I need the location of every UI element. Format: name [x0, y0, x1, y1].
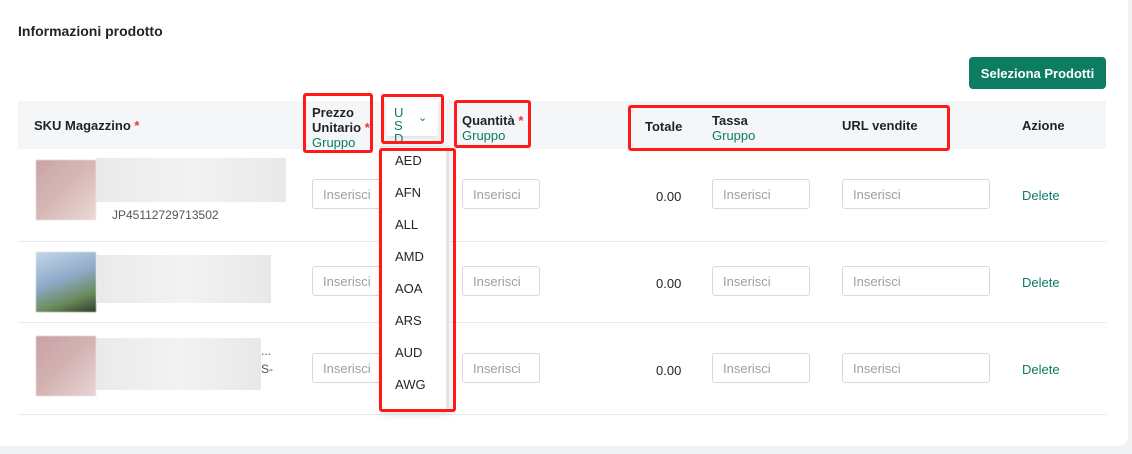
quantity-input[interactable]	[462, 179, 540, 209]
currency-option-awg[interactable]: AWG	[395, 377, 426, 392]
quantity-input[interactable]	[462, 353, 540, 383]
delete-link[interactable]: Delete	[1022, 362, 1060, 377]
select-products-button[interactable]: Seleziona Prodotti	[969, 57, 1106, 89]
tax-group-label: Gruppo	[712, 128, 756, 143]
product-thumbnail	[36, 160, 96, 220]
column-header-price: Prezzo Unitario * Gruppo	[312, 105, 374, 150]
row-total: 0.00	[656, 276, 682, 291]
quantity-group-label: Gruppo	[462, 128, 506, 143]
sales-url-input[interactable]	[842, 353, 990, 383]
sku-code: S-	[261, 362, 273, 376]
currency-value: USD	[394, 105, 404, 146]
tax-input[interactable]	[712, 353, 810, 383]
column-header-quantity: Quantità * Gruppo	[462, 113, 523, 143]
quantity-input[interactable]	[462, 266, 540, 296]
column-header-total: Totale	[645, 119, 683, 134]
product-thumbnail	[36, 336, 96, 396]
price-header-label: Prezzo Unitario	[312, 105, 362, 135]
currency-option-ars[interactable]: ARS	[395, 313, 422, 328]
currency-option-all[interactable]: ALL	[395, 217, 418, 232]
required-mark: *	[364, 120, 370, 135]
sku-code: JP45112729713502	[112, 208, 219, 222]
price-group-label: Gruppo	[312, 135, 356, 150]
required-mark: *	[518, 113, 524, 128]
table-header	[18, 101, 1106, 149]
product-name-blurred	[96, 338, 261, 390]
currency-option-amd[interactable]: AMD	[395, 249, 424, 264]
column-header-tax: Tassa Gruppo	[712, 113, 755, 143]
sales-url-input[interactable]	[842, 179, 990, 209]
currency-dropdown[interactable]: AED AFN ALL AMD AOA ARS AUD AWG	[381, 146, 449, 412]
quantity-header-label: Quantità	[462, 113, 515, 128]
tax-input[interactable]	[712, 179, 810, 209]
column-header-sku: SKU Magazzino *	[34, 118, 139, 133]
chevron-down-icon: ⌄	[418, 112, 428, 124]
delete-link[interactable]: Delete	[1022, 275, 1060, 290]
product-name-fragment: ...	[261, 344, 272, 358]
unit-price-input[interactable]	[312, 179, 382, 209]
currency-option-afn[interactable]: AFN	[395, 185, 421, 200]
product-info-card: Informazioni prodotto Seleziona Prodotti…	[0, 0, 1128, 446]
column-header-action: Azione	[1022, 118, 1065, 133]
column-header-url: URL vendite	[842, 118, 918, 133]
sales-url-input[interactable]	[842, 266, 990, 296]
product-name-blurred	[96, 255, 271, 303]
product-name-blurred	[96, 158, 286, 202]
sku-header-label: SKU Magazzino	[34, 118, 131, 133]
currency-option-aed[interactable]: AED	[395, 153, 422, 168]
delete-link[interactable]: Delete	[1022, 188, 1060, 203]
currency-option-aoa[interactable]: AOA	[395, 281, 422, 296]
tax-input[interactable]	[712, 266, 810, 296]
unit-price-input[interactable]	[312, 353, 382, 383]
row-divider	[18, 322, 1106, 323]
currency-select[interactable]: USD ⌄	[386, 100, 438, 145]
currency-option-aud[interactable]: AUD	[395, 345, 422, 360]
row-divider	[18, 241, 1106, 242]
section-title: Informazioni prodotto	[18, 23, 163, 39]
row-divider	[18, 414, 1106, 415]
row-total: 0.00	[656, 363, 682, 378]
dropdown-scrollbar[interactable]	[446, 147, 448, 411]
unit-price-input[interactable]	[312, 266, 382, 296]
tax-header-label: Tassa	[712, 113, 748, 128]
product-thumbnail	[36, 252, 96, 312]
row-total: 0.00	[656, 189, 682, 204]
required-mark: *	[134, 118, 140, 133]
